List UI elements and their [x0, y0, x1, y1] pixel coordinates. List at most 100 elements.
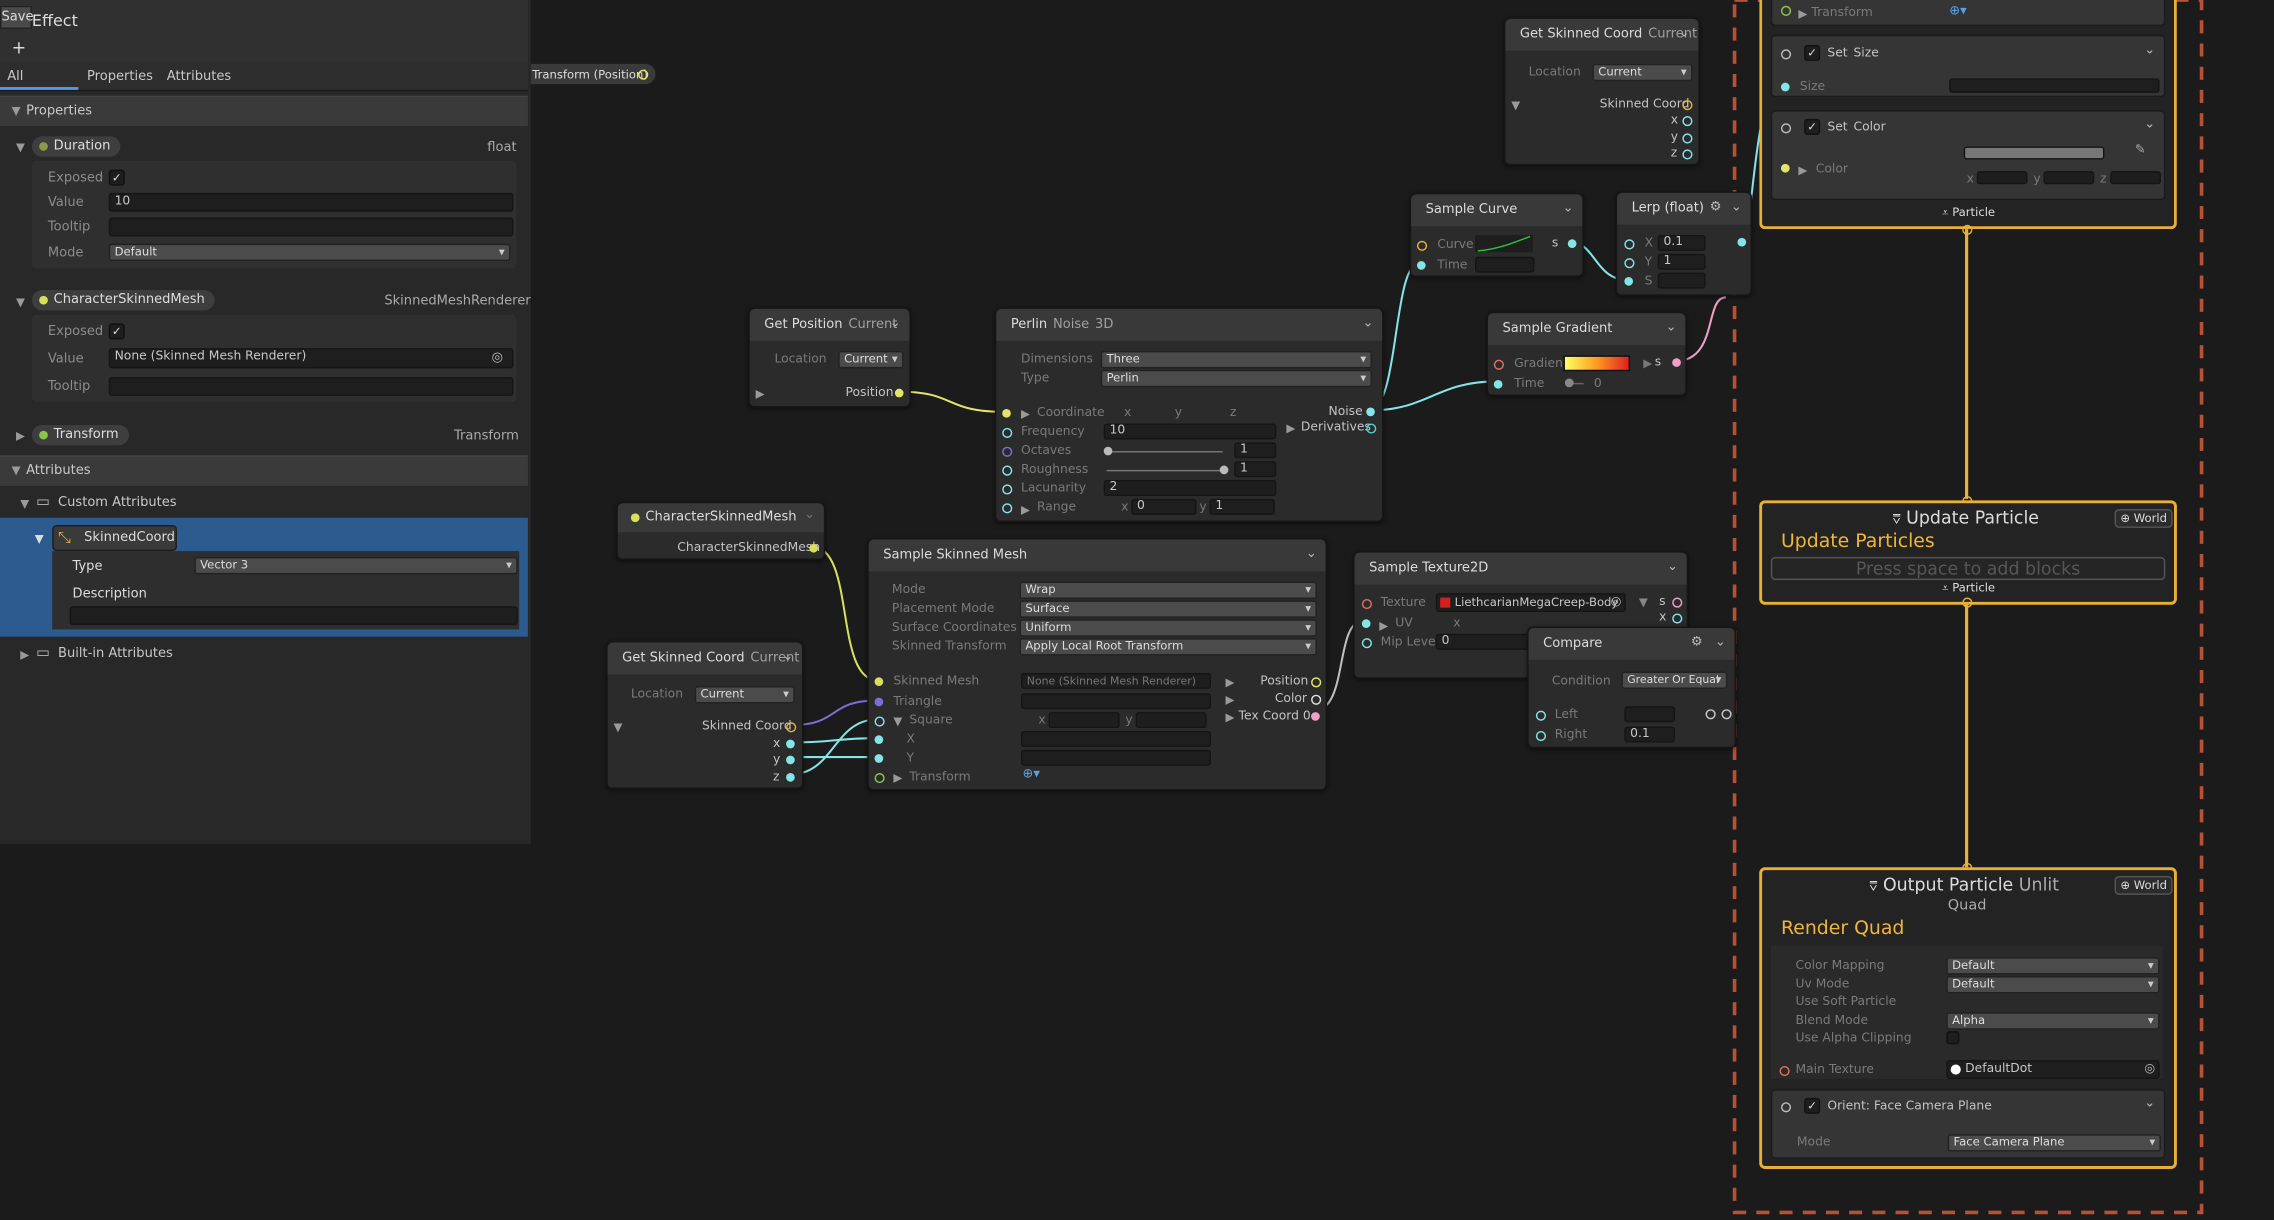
chevron-right-icon[interactable]: ▶: [20, 648, 29, 661]
object-picker-icon[interactable]: ◎: [1611, 595, 1622, 611]
node-lerp-float[interactable]: Lerp (float) ⚙ ⌄ X 0.1 Y 1 S: [1615, 191, 1752, 296]
noise-output-port[interactable]: [1366, 407, 1375, 417]
lerp-y-field[interactable]: 1: [1657, 253, 1706, 270]
blend-mode-dropdown[interactable]: Alpha: [1946, 1012, 2160, 1030]
property-transform[interactable]: Transform: [31, 424, 129, 446]
node-sample-skinned-mesh[interactable]: Sample Skinned Mesh⌄ Mode Wrap Placement…: [867, 538, 1328, 791]
skinned-mesh-field[interactable]: None (Skinned Mesh Renderer): [1021, 672, 1212, 689]
lacunarity-field[interactable]: 2: [1103, 480, 1277, 497]
lerp-output-port[interactable]: [1737, 237, 1747, 247]
add-block-placeholder[interactable]: Press space to add blocks: [1770, 556, 2166, 581]
set-position-block[interactable]: ▶ Transform ⊕▾: [1770, 0, 2166, 27]
set-size-block[interactable]: ✓ Set Size ⌄ Size: [1770, 34, 2166, 98]
octaves-slider-handle[interactable]: [1103, 446, 1113, 456]
node-get-skinned-coord-right[interactable]: Get Skinned Coord Current ⌄ Location Curre…: [1503, 17, 1700, 166]
placement-dropdown[interactable]: Surface: [1019, 600, 1317, 618]
chevron-down-icon[interactable]: ⌄: [1667, 560, 1678, 575]
object-picker-icon[interactable]: ◎: [2144, 1062, 2155, 1078]
duration-exposed-checkbox[interactable]: ✓: [108, 169, 125, 186]
skinned-value-field[interactable]: None (Skinned Mesh Renderer): [108, 348, 514, 369]
range-y-field[interactable]: 1: [1209, 498, 1275, 515]
chevron-down-icon[interactable]: ▼: [16, 141, 25, 154]
output-port[interactable]: [894, 388, 904, 398]
chevron-down-icon[interactable]: ⌄: [2144, 117, 2155, 132]
save-button[interactable]: Save: [0, 5, 33, 30]
node-characterskinnedmesh[interactable]: CharacterSkinnedMesh ⌄ CharacterSkinnedMe…: [616, 501, 826, 560]
globe-icon[interactable]: ⊕▾: [1022, 767, 1039, 782]
space-world-badge[interactable]: ⊕ World: [2114, 875, 2173, 895]
set-color-checkbox[interactable]: ✓: [1804, 118, 1821, 135]
dimensions-dropdown[interactable]: Three: [1100, 350, 1372, 369]
tab-properties[interactable]: Properties: [87, 70, 153, 85]
property-characterskinnedmesh[interactable]: CharacterSkinnedMesh: [31, 290, 215, 311]
node-sample-gradient[interactable]: Sample Gradient ⌄ Gradient Time 0 ▶ s: [1486, 311, 1687, 396]
update-particle-context[interactable]: ⩢ Update Particle ⊕ World Update Particl…: [1759, 500, 2177, 605]
octaves-slider[interactable]: [1106, 451, 1223, 453]
set-color-block[interactable]: ✓ Set Color ⌄ ▶ Color ✎ x y z: [1770, 110, 2166, 201]
gear-icon[interactable]: ⚙: [1691, 635, 1703, 650]
chevron-right-icon[interactable]: ▶: [756, 387, 765, 400]
tab-all[interactable]: All: [7, 70, 23, 85]
chevron-down-icon[interactable]: ⌄: [782, 650, 793, 665]
add-property-button[interactable]: +: [12, 38, 27, 58]
space-world-badge[interactable]: ⊕ World: [2114, 509, 2173, 528]
orient-checkbox[interactable]: ✓: [1804, 1097, 1821, 1114]
type-dropdown[interactable]: Perlin: [1100, 369, 1372, 388]
chevron-down-icon[interactable]: ⌄: [1731, 200, 1742, 215]
transform-position-chip[interactable]: Transform (Position): [530, 63, 656, 85]
flow-out-port[interactable]: [1962, 597, 1973, 608]
chevron-down-icon[interactable]: ▼: [16, 296, 25, 309]
color-mapping-dropdown[interactable]: Default: [1946, 957, 2160, 975]
skinned-tooltip-field[interactable]: [108, 377, 514, 396]
mesh-output-port[interactable]: [809, 543, 818, 553]
builtin-attributes-folder[interactable]: Built-in Attributes: [58, 647, 173, 662]
node-get-position[interactable]: Get PositionCurrent⌄ Location Current ▶ …: [748, 307, 911, 408]
gear-icon[interactable]: ⚙: [1710, 200, 1722, 215]
globe-icon[interactable]: ⊕▾: [1949, 4, 1966, 19]
right-field[interactable]: 0.1: [1624, 726, 1676, 743]
orient-block[interactable]: ✓ Orient: Face Camera Plane ⌄ Mode Face …: [1770, 1089, 2166, 1159]
location-dropdown[interactable]: Current: [838, 350, 904, 369]
chevron-down-icon[interactable]: ⌄: [1679, 26, 1690, 41]
chevron-down-icon[interactable]: ⌄: [2144, 1096, 2155, 1111]
curve-preview[interactable]: [1474, 234, 1533, 253]
mode-dropdown[interactable]: Wrap: [1019, 581, 1317, 599]
output-particle-context[interactable]: ⩢ Output Particle Unlit Quad ⊕ World Ren…: [1759, 867, 2177, 1169]
initialize-particle-context[interactable]: ▶ Transform ⊕▾ ✓ Set Size ⌄ Size ✓ Set C…: [1759, 0, 2177, 230]
properties-section-header[interactable]: ▼ Properties: [0, 95, 528, 127]
duration-tooltip-field[interactable]: [108, 217, 514, 237]
lerp-x-field[interactable]: 0.1: [1657, 234, 1706, 251]
chevron-down-icon[interactable]: ⌄: [890, 316, 901, 331]
chevron-down-icon[interactable]: ⌄: [1715, 635, 1726, 650]
eyedropper-icon[interactable]: ✎: [2135, 144, 2146, 159]
condition-dropdown[interactable]: Greater Or Equal: [1621, 671, 1728, 689]
collapse-icon[interactable]: ▼: [20, 497, 29, 510]
uv-mode-dropdown[interactable]: Default: [1946, 976, 2160, 994]
frequency-field[interactable]: 10: [1103, 423, 1277, 440]
alpha-clipping-checkbox[interactable]: [1946, 1031, 1960, 1045]
chevron-down-icon[interactable]: ⌄: [2144, 44, 2155, 59]
flow-out-port[interactable]: [1962, 224, 1973, 235]
octaves-field[interactable]: 1: [1234, 442, 1277, 459]
tab-attributes[interactable]: Attributes: [167, 70, 231, 85]
chevron-right-icon[interactable]: ▶: [16, 429, 25, 442]
range-x-field[interactable]: 0: [1131, 498, 1197, 515]
chevron-down-icon[interactable]: ⌄: [1362, 316, 1373, 331]
chevron-down-icon[interactable]: ⌄: [1563, 202, 1574, 217]
location-dropdown[interactable]: Current: [694, 685, 795, 704]
roughness-slider[interactable]: [1106, 469, 1223, 472]
duration-mode-dropdown[interactable]: Default: [108, 243, 511, 262]
main-texture-field[interactable]: DefaultDot ◎: [1946, 1060, 2160, 1080]
skinned-transform-dropdown[interactable]: Apply Local Root Transform: [1019, 638, 1317, 656]
property-duration[interactable]: Duration: [31, 136, 121, 157]
roughness-slider-handle[interactable]: [1219, 465, 1229, 475]
chevron-down-icon[interactable]: ▼: [35, 532, 44, 545]
chevron-down-icon[interactable]: ⌄: [1306, 547, 1317, 562]
node-compare[interactable]: Compare⚙⌄ Condition Greater Or Equal Lef…: [1527, 626, 1737, 749]
node-get-skinned-coord-left[interactable]: Get Skinned Coord Current ⌄ Location Curre…: [606, 641, 804, 789]
object-picker-icon[interactable]: ◎: [492, 351, 503, 366]
mip-level-field[interactable]: 0: [1435, 633, 1531, 650]
chevron-down-icon[interactable]: ⌄: [1666, 321, 1677, 336]
location-dropdown[interactable]: Current: [1592, 63, 1693, 82]
node-sample-curve[interactable]: Sample Curve ⌄ Curve Time s: [1409, 192, 1584, 278]
